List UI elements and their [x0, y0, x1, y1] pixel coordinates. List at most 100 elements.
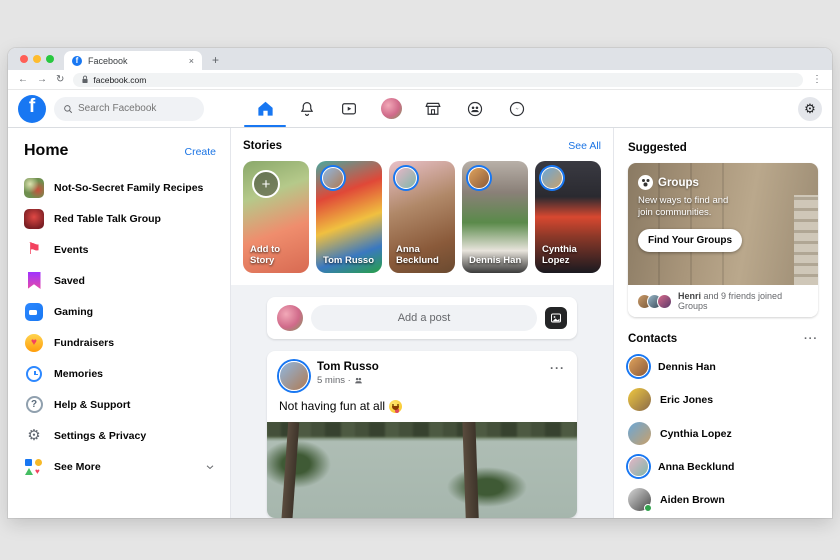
add-post-input[interactable]: Add a post: [311, 305, 537, 331]
sidebar-item-recipes-group[interactable]: Not-So-Secret Family Recipes: [24, 172, 216, 203]
sidebar-item-label: Settings & Privacy: [54, 430, 146, 442]
groups-badge-icon: [638, 175, 653, 190]
groups-promo-footer: Henri and 9 friends joined Groups: [628, 285, 818, 317]
post-timestamp: 5 mins ·: [317, 375, 351, 386]
header-nav: [244, 90, 538, 127]
contact-avatar: [628, 356, 649, 377]
sidebar-item-memories[interactable]: Memories: [24, 358, 216, 389]
contact-avatar: [628, 456, 649, 477]
right-sidebar: Suggested Groups New way: [614, 128, 832, 518]
story-avatar: [468, 167, 490, 189]
story-card-dennis-han[interactable]: Dennis Han: [462, 161, 528, 273]
contact-row-cynthia-lopez[interactable]: Cynthia Lopez: [628, 422, 818, 445]
search-bar[interactable]: [54, 97, 204, 121]
tab-title: Facebook: [88, 56, 183, 66]
profile-avatar: [381, 98, 402, 119]
nav-messenger[interactable]: [496, 90, 538, 127]
browser-menu-icon[interactable]: ⋮: [812, 75, 822, 85]
photo-icon: [550, 312, 562, 324]
post-author-block: Tom Russo 5 mins ·: [317, 361, 379, 386]
find-your-groups-button[interactable]: Find Your Groups: [638, 229, 742, 252]
story-card-anna-becklund[interactable]: Anna Becklund: [389, 161, 455, 273]
post-composer: Add a post: [267, 297, 577, 339]
story-label: Dennis Han: [469, 256, 523, 267]
settings-button[interactable]: ⚙: [798, 97, 822, 121]
contact-row-eric-jones[interactable]: Eric Jones: [628, 388, 818, 411]
reload-icon[interactable]: ↻: [56, 75, 64, 85]
tab-close-icon[interactable]: ×: [189, 56, 194, 66]
post-author-avatar[interactable]: [279, 361, 309, 391]
sidebar-item-label: Events: [54, 244, 88, 256]
new-tab-button[interactable]: +: [212, 53, 219, 67]
story-card-add-to-story[interactable]: + Add to Story: [243, 161, 309, 273]
forward-icon[interactable]: →: [37, 75, 47, 85]
treeline-graphic: [267, 422, 577, 437]
add-photo-button[interactable]: [545, 307, 567, 329]
suggested-groups-card[interactable]: Groups New ways to find and join communi…: [628, 163, 818, 317]
sidebar-item-fundraisers[interactable]: ♥ Fundraisers: [24, 327, 216, 358]
contact-avatar-online: [628, 488, 651, 511]
zoom-window-button[interactable]: [46, 55, 54, 63]
post-menu-icon[interactable]: ···: [550, 361, 565, 375]
sidebar-item-gaming[interactable]: Gaming: [24, 296, 216, 327]
facebook-favicon: f: [72, 56, 82, 66]
back-icon[interactable]: ←: [18, 75, 28, 85]
post-photo-lake-jump[interactable]: [267, 422, 577, 518]
search-input[interactable]: [78, 103, 188, 114]
post-meta: 5 mins ·: [317, 375, 379, 386]
search-icon: [63, 104, 73, 114]
window-controls: [8, 48, 64, 70]
story-card-tom-russo[interactable]: Tom Russo: [316, 161, 382, 273]
browser-tab-facebook[interactable]: f Facebook ×: [64, 51, 202, 70]
feed-post: Tom Russo 5 mins ·: [267, 351, 577, 518]
friends-audience-icon: [354, 376, 363, 385]
sidebar-item-label: See More: [54, 461, 101, 473]
tongue-out-emoji-icon: [389, 400, 402, 413]
close-window-button[interactable]: [20, 55, 28, 63]
post-header: Tom Russo 5 mins ·: [267, 351, 577, 397]
groups-promo-overlay: Groups New ways to find and join communi…: [638, 175, 738, 252]
minimize-window-button[interactable]: [33, 55, 41, 63]
story-card-cynthia-lopez[interactable]: Cynthia Lopez: [535, 161, 601, 273]
contacts-menu-icon[interactable]: ···: [804, 333, 818, 345]
sidebar-item-settings-privacy[interactable]: ⚙ Settings & Privacy: [24, 420, 216, 451]
gear-icon: ⚙: [804, 102, 816, 115]
sidebar-item-events[interactable]: ⚑ Events: [24, 234, 216, 265]
post-author-name[interactable]: Tom Russo: [317, 361, 379, 373]
sidebar-header: Home Create: [24, 142, 216, 160]
settings-gear-icon: ⚙: [24, 426, 44, 446]
story-avatar: [322, 167, 344, 189]
page-title: Home: [24, 142, 68, 160]
nav-profile[interactable]: [370, 90, 412, 127]
browser-window: f Facebook × + ← → ↻ facebook.com ⋮ f: [8, 48, 832, 518]
contact-row-anna-becklund[interactable]: Anna Becklund: [628, 456, 818, 477]
sidebar-item-saved[interactable]: Saved: [24, 265, 216, 296]
sidebar-item-help-support[interactable]: ? Help & Support: [24, 389, 216, 420]
feed-column: Stories See All + Add to Story Tom Russo: [231, 128, 614, 518]
stories-row: + Add to Story Tom Russo Anna Becklund: [243, 161, 601, 273]
friends-joined-text: Henri and 9 friends joined Groups: [678, 291, 809, 311]
sidebar-item-see-more[interactable]: ♥ See More: [24, 451, 216, 482]
suggested-title: Suggested: [628, 142, 818, 154]
nav-groups[interactable]: [454, 90, 496, 127]
nav-home[interactable]: [244, 90, 286, 127]
contact-row-dennis-han[interactable]: Dennis Han: [628, 356, 818, 377]
facebook-logo[interactable]: f: [18, 95, 46, 123]
nav-notifications[interactable]: [286, 90, 328, 127]
address-bar[interactable]: facebook.com: [73, 73, 803, 87]
sidebar-item-label: Help & Support: [54, 399, 130, 411]
sidebar-item-red-table-talk-group[interactable]: Red Table Talk Group: [24, 203, 216, 234]
see-all-link[interactable]: See All: [568, 140, 601, 152]
home-icon: [256, 99, 275, 118]
feed-scroll-area: Add a post: [231, 285, 613, 518]
story-label: Add to Story: [250, 245, 304, 267]
create-link[interactable]: Create: [184, 146, 216, 158]
nav-watch[interactable]: [328, 90, 370, 127]
chevron-down-icon: [204, 461, 216, 473]
watch-icon: [340, 100, 358, 118]
messenger-icon: [508, 100, 526, 118]
sidebar-item-label: Saved: [54, 275, 85, 287]
nav-marketplace[interactable]: [412, 90, 454, 127]
contact-row-aiden-brown[interactable]: Aiden Brown: [628, 488, 818, 511]
sidebar-list: Not-So-Secret Family Recipes Red Table T…: [24, 172, 216, 482]
